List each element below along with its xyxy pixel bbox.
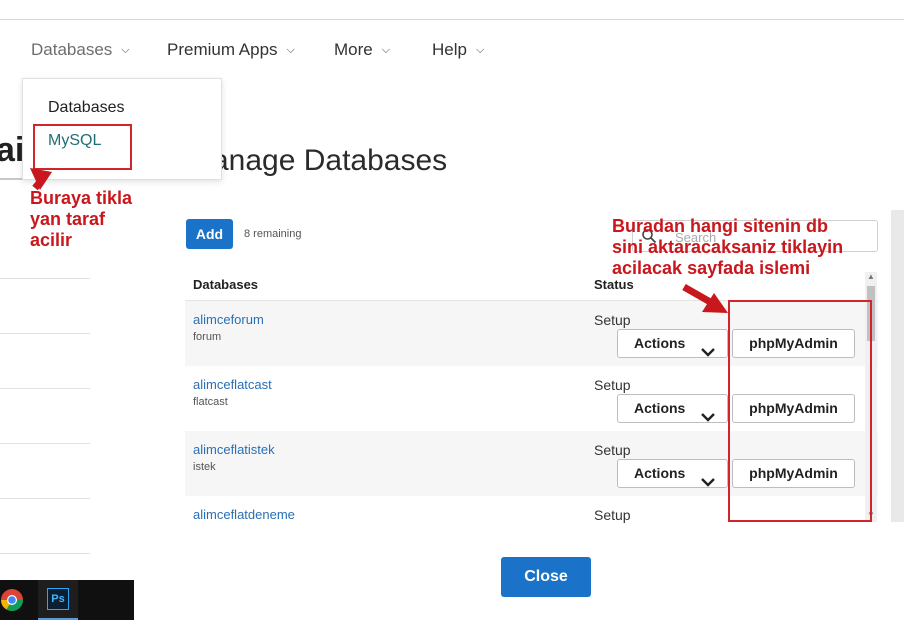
database-status: Setup	[594, 377, 631, 393]
nav-item-label: Premium Apps	[167, 40, 278, 59]
background-divider	[0, 388, 90, 389]
annotation-line: Buradan hangi sitenin db	[612, 216, 829, 236]
database-user: forum	[193, 331, 222, 343]
database-status: Setup	[594, 442, 631, 458]
column-header-status: Status	[594, 277, 634, 292]
actions-label: Actions	[634, 465, 686, 481]
photoshop-taskbar-button[interactable]: Ps	[38, 580, 78, 620]
chrome-icon[interactable]	[0, 588, 24, 612]
database-name-link[interactable]: alimceforum	[193, 312, 264, 327]
database-name-link[interactable]: alimceflatcast	[193, 377, 272, 392]
actions-label: Actions	[634, 400, 686, 416]
database-status: Setup	[594, 507, 631, 523]
page-scrollbar[interactable]	[891, 210, 904, 522]
database-user: flatcast	[193, 396, 228, 408]
chevron-down-icon: ⌵	[286, 44, 295, 56]
background-divider	[0, 553, 90, 554]
database-status: Setup	[594, 312, 631, 328]
remaining-count: 8 remaining	[244, 228, 302, 240]
background-divider	[0, 278, 90, 279]
annotation-line: acilir	[30, 230, 73, 250]
actions-label: Actions	[634, 335, 686, 351]
annotation-line: yan taraf	[30, 209, 106, 229]
chevron-down-icon: ⌵	[121, 44, 130, 56]
scroll-up-icon[interactable]: ▲	[867, 272, 875, 281]
chevron-down-icon: ⌵	[475, 44, 485, 56]
column-header-databases: Databases	[193, 277, 259, 292]
photoshop-icon: Ps	[47, 588, 69, 610]
annotation-left: Buraya tikla yan taraf acilir	[30, 188, 132, 251]
database-user: istek	[193, 461, 216, 473]
taskbar: Ps	[0, 580, 134, 620]
nav-item-more[interactable]: More ⌵	[334, 40, 390, 60]
nav-item-premium-apps[interactable]: Premium Apps ⌵	[167, 40, 295, 60]
actions-dropdown[interactable]: Actions	[617, 459, 728, 488]
chevron-down-icon	[701, 404, 715, 431]
top-divider	[0, 19, 904, 20]
close-button[interactable]: Close	[501, 557, 591, 597]
nav-item-databases[interactable]: Databases ⌵	[31, 40, 130, 60]
add-database-button[interactable]: Add	[186, 219, 233, 249]
actions-dropdown[interactable]: Actions	[617, 394, 728, 423]
chevron-down-icon	[701, 339, 715, 366]
nav-item-label: Databases	[31, 40, 113, 59]
chevron-down-icon	[701, 469, 715, 496]
annotation-line: Buraya tikla	[30, 188, 133, 208]
annotation-right: Buradan hangi sitenin db sini aktaracaks…	[612, 216, 843, 279]
highlight-box-phpmyadmin	[728, 300, 872, 522]
database-name-link[interactable]: alimceflatdeneme	[193, 507, 295, 522]
nav-item-label: Help	[432, 40, 467, 59]
dropdown-item-databases[interactable]: Databases	[48, 99, 125, 117]
annotation-line: sini aktaracaksaniz tiklayin	[612, 237, 844, 257]
chevron-down-icon: ⌵	[381, 44, 391, 56]
annotation-line: acilacak sayfada islemi	[612, 258, 811, 278]
modal-title: Manage Databases	[187, 144, 448, 177]
background-divider	[0, 333, 90, 334]
actions-dropdown[interactable]: Actions	[617, 329, 728, 358]
nav-item-label: More	[334, 40, 373, 59]
background-divider	[0, 498, 90, 499]
database-name-link[interactable]: alimceflatistek	[193, 442, 275, 457]
highlight-box-mysql	[33, 124, 132, 170]
background-page-title: ai	[0, 131, 25, 169]
background-divider	[0, 443, 90, 444]
nav-item-help[interactable]: Help ⌵	[432, 40, 484, 60]
